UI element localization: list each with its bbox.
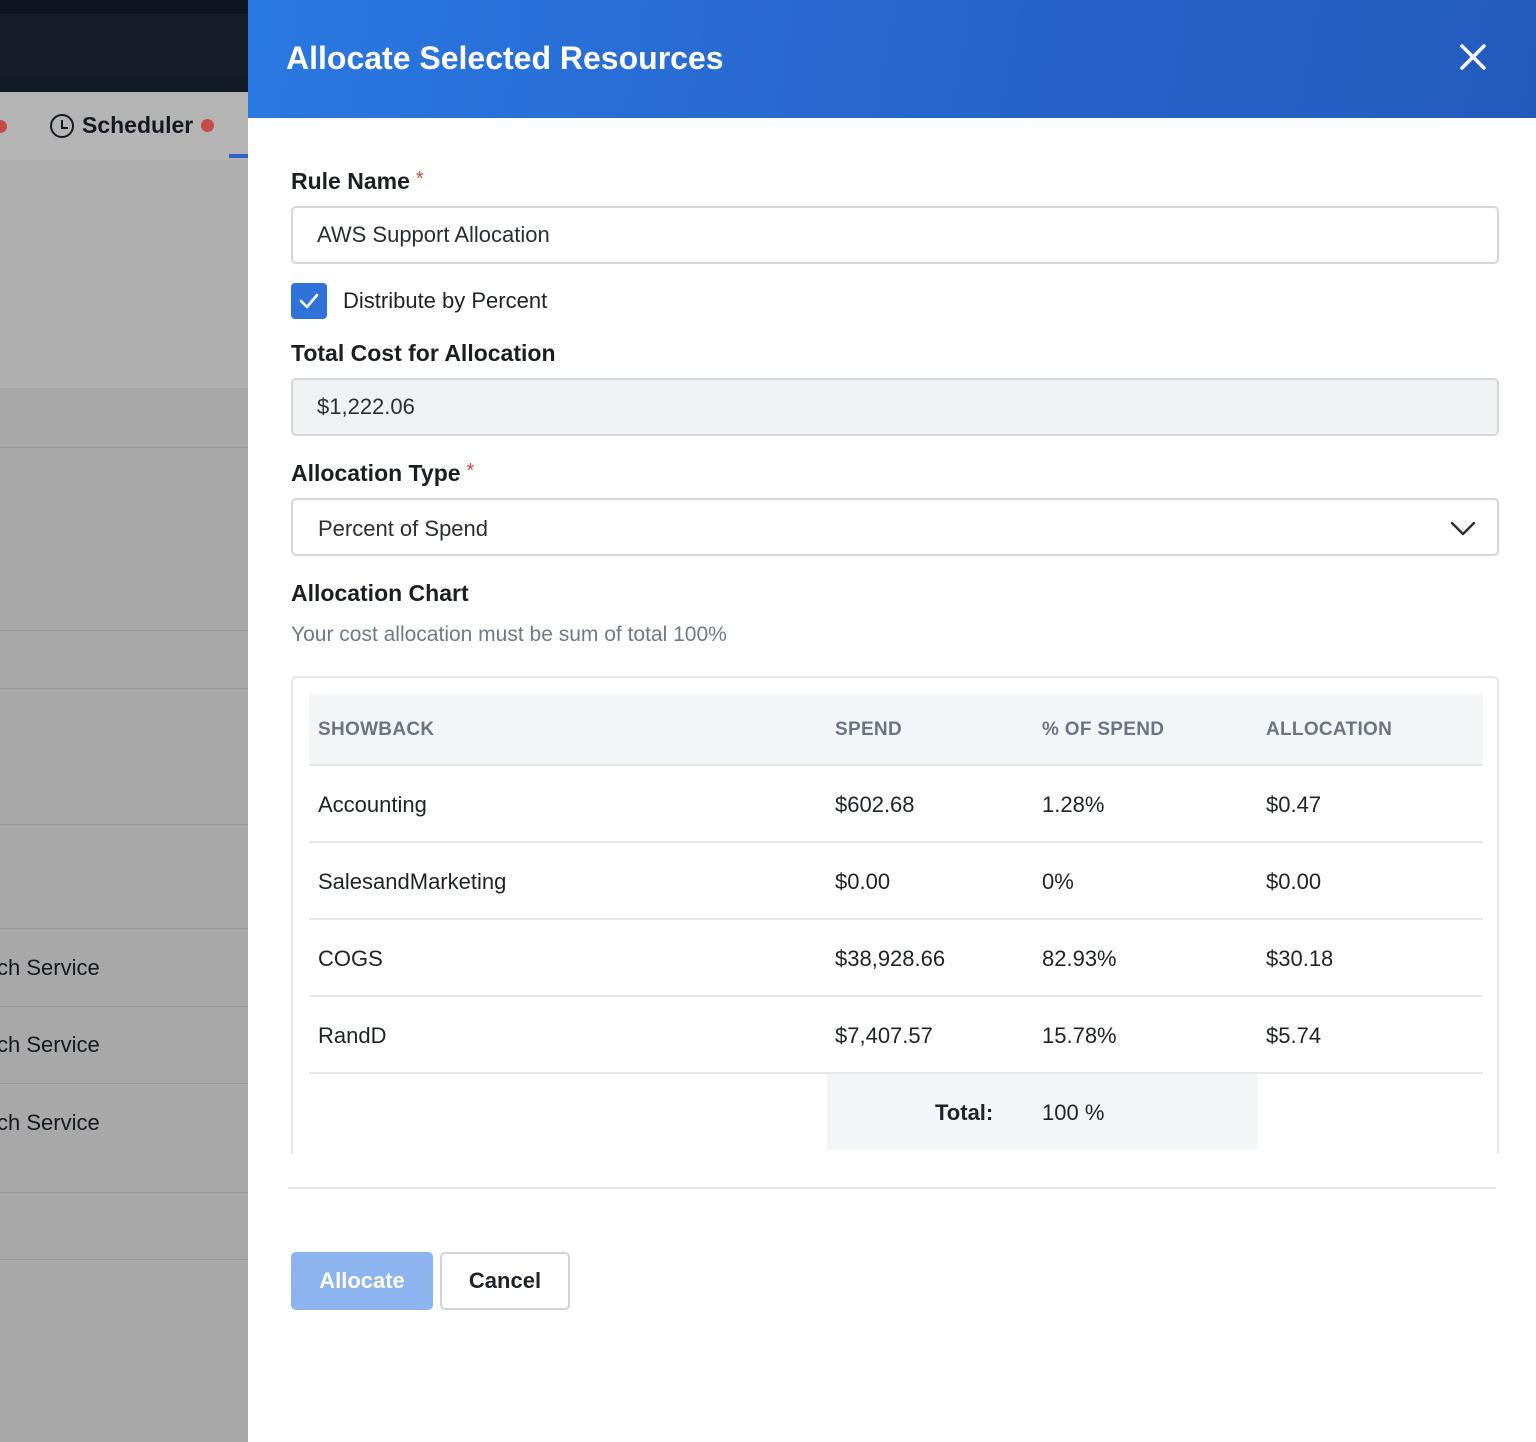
cell-pct: 0% [1042, 869, 1074, 894]
table-row: RandD $7,407.57 15.78% $5.74 [309, 997, 1483, 1074]
close-button[interactable] [1454, 38, 1492, 76]
table-total-row: Total: 100 % [309, 1074, 1483, 1150]
background-row-text: ch Service [0, 1032, 100, 1057]
cell-pct: 82.93% [1042, 946, 1117, 971]
tab-scheduler-label: Scheduler [82, 112, 194, 138]
total-cost-field [291, 378, 1499, 436]
table-row: SalesandMarketing $0.00 0% $0.00 [309, 843, 1483, 920]
allocation-chart-label: Allocation Chart [291, 580, 469, 606]
column-header-allocation: ALLOCATION [1266, 719, 1393, 740]
cell-allocation: $0.00 [1266, 869, 1322, 894]
cell-spend: $38,928.66 [835, 946, 946, 971]
checkmark-icon [299, 293, 319, 309]
cell-spend: $602.68 [835, 792, 915, 817]
footer-divider [288, 1187, 1496, 1189]
allocation-table-card: SHOWBACK SPEND % OF SPEND ALLOCATION Acc… [291, 676, 1499, 1154]
allocation-type-selected-value: Percent of Spend [318, 516, 489, 541]
close-icon [1460, 44, 1486, 70]
status-dot [0, 120, 7, 133]
cancel-button[interactable]: Cancel [440, 1252, 570, 1310]
app-tab-bar: Scheduler [0, 92, 248, 160]
cell-spend: $7,407.57 [835, 1023, 933, 1048]
cell-pct: 15.78% [1042, 1023, 1117, 1048]
cell-pct: 1.28% [1042, 792, 1105, 817]
cell-spend: $0.00 [835, 869, 891, 894]
required-mark: * [466, 460, 475, 482]
column-header-spend: SPEND [835, 719, 902, 740]
modal-header: Allocate Selected Resources [248, 0, 1536, 118]
total-cost-label: Total Cost for Allocation [291, 340, 556, 366]
cell-showback: Accounting [318, 792, 427, 817]
rule-name-input[interactable] [291, 206, 1499, 264]
total-value: 100 % [1042, 1100, 1105, 1125]
required-mark: * [415, 168, 424, 190]
cell-allocation: $5.74 [1266, 1023, 1322, 1048]
cell-showback: COGS [318, 946, 383, 971]
cell-showback: RandD [318, 1023, 387, 1048]
allocation-type-label: Allocation Type * [291, 460, 475, 486]
distribute-by-percent-row: Distribute by Percent [291, 283, 547, 319]
column-header-showback: SHOWBACK [318, 719, 435, 740]
modal-title: Allocate Selected Resources [286, 40, 724, 76]
cell-allocation: $30.18 [1266, 946, 1334, 971]
allocation-table: SHOWBACK SPEND % OF SPEND ALLOCATION Acc… [309, 694, 1483, 1150]
distribute-by-percent-label[interactable]: Distribute by Percent [343, 288, 547, 314]
chevron-down-icon [1450, 521, 1476, 536]
allocation-type-select[interactable]: Percent of Spend [291, 498, 1499, 556]
status-dot [201, 119, 215, 132]
active-tab-indicator [229, 154, 248, 158]
column-header-pct-of-spend: % OF SPEND [1042, 719, 1165, 740]
background-row-text: ch Service [0, 1110, 100, 1135]
app-topbar [0, 0, 248, 92]
table-header: SHOWBACK SPEND % OF SPEND ALLOCATION [309, 694, 1483, 766]
clock-icon [50, 113, 74, 138]
cell-showback: SalesandMarketing [318, 869, 507, 894]
distribute-by-percent-checkbox[interactable] [291, 283, 327, 319]
rule-name-label: Rule Name * [291, 168, 424, 194]
background-app: Scheduler ch Service ch Service ch Servi… [0, 0, 248, 1442]
allocation-chart-hint: Your cost allocation must be sum of tota… [291, 623, 727, 646]
table-row: COGS $38,928.66 82.93% $30.18 [309, 920, 1483, 997]
total-label: Total: [935, 1100, 994, 1125]
background-row-text: ch Service [0, 955, 100, 980]
allocate-button[interactable]: Allocate [291, 1252, 433, 1310]
background-panel [0, 160, 248, 388]
allocate-modal: Allocate Selected Resources Rule Name* D… [248, 0, 1536, 1442]
table-row: Accounting $602.68 1.28% $0.47 [309, 766, 1483, 843]
cell-allocation: $0.47 [1266, 792, 1322, 817]
tab-scheduler[interactable]: Scheduler [50, 112, 215, 139]
